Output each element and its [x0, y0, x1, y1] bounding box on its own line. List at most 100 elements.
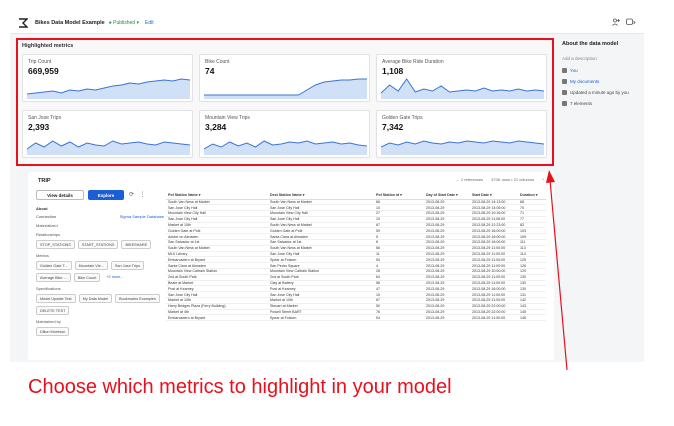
collapse-icon[interactable]: ^	[542, 177, 544, 182]
model-name: Bikes Data Model Example	[35, 19, 105, 26]
specification-chips: Model Update Test My Data Model Bookmark…	[36, 294, 164, 315]
publish-status-dropdown[interactable]: ● Published ▾	[109, 20, 139, 26]
metric-name: Golden Gate Trips	[382, 115, 423, 121]
metrics-label: Metrics	[36, 253, 49, 258]
element-meta: ← 2 references 370K rows • 21 columns ^	[456, 177, 544, 182]
updated-row: Updated a minute ago by you	[562, 90, 644, 95]
about-panel: About the data model Add a description Y…	[558, 38, 644, 188]
table-cell: 54	[374, 314, 424, 322]
materialized-label: Materialized	[36, 223, 58, 228]
metric-card-bike-count[interactable]: Bike Count 74	[199, 54, 370, 102]
metric-sparkline	[204, 78, 367, 99]
clock-icon	[562, 90, 567, 95]
folder-icon	[562, 79, 567, 84]
table-row[interactable]: Embarcadero at Bryant Spear at Folsom 54 20…	[166, 314, 546, 322]
metric-card-san-jose-trips[interactable]: San Jose Trips 2,393	[22, 110, 193, 158]
sparkline-area	[381, 141, 544, 155]
sigma-logo-icon[interactable]	[18, 17, 28, 28]
connection-label: Connection	[36, 214, 57, 219]
more-options-icon[interactable]: ⋮	[139, 192, 146, 199]
connection-value[interactable]: Sigma Sample Database	[120, 214, 164, 219]
table-cell: 2013-08-29	[424, 314, 470, 322]
more-metrics-link[interactable]: +2 more...	[103, 273, 126, 282]
relationship-chip[interactable]: STOP_STATIONS	[36, 240, 75, 249]
metric-name: San Jose Trips	[28, 115, 62, 121]
elements-row: 7 elements	[562, 101, 644, 106]
relationship-chips: STOP_STATIONS START_STATIONS BIKESHARE	[36, 240, 164, 249]
column-header[interactable]: Day of Start Date ▾	[424, 192, 470, 200]
sparkline-area	[204, 79, 367, 99]
metric-card-golden-gate-trips[interactable]: Golden Gate Trips 7,342	[376, 110, 547, 158]
edit-link[interactable]: Edit	[145, 20, 154, 26]
metric-sparkline	[381, 140, 544, 155]
metric-sparkline	[204, 140, 367, 155]
add-description-link[interactable]: Add a description	[562, 56, 644, 61]
metric-chip[interactable]: Bike Count	[73, 273, 101, 282]
about-title: About the data model	[562, 41, 619, 47]
column-header[interactable]: Pof Station Name ▾	[166, 192, 268, 200]
metric-card-average-bike-ride-duration[interactable]: Average Bike Ride Duration 1,108	[376, 54, 547, 102]
row-column-count: 370K rows • 21 columns	[491, 177, 535, 182]
data-table-grid: Pof Station Name ▾ Dest Station Name ▾ Pof…	[166, 192, 546, 322]
specification-chip[interactable]: Bookmarks Examples	[115, 294, 160, 303]
annotation-caption: Choose which metrics to highlight in you…	[28, 376, 452, 398]
metric-chips: Golden Gate T... Mountain Vie... San Jos…	[36, 261, 164, 282]
table-cell: 2013-08-29 11:00:00	[470, 314, 518, 322]
maintainer-chips: Dillon Morrison	[36, 327, 164, 336]
metric-name: Trip Count	[28, 59, 52, 65]
column-header[interactable]: Dest Station Name ▾	[268, 192, 374, 200]
owner-name: You	[570, 68, 578, 73]
table-cell: Embarcadero at Bryant	[166, 314, 268, 322]
column-header[interactable]: Start Date ▾	[470, 192, 518, 200]
view-details-button[interactable]: View details	[36, 190, 84, 200]
element-detail-card: TRIP ← 2 references 370K rows • 21 colum…	[28, 172, 554, 360]
data-table: Pof Station Name ▾ Dest Station Name ▾ Pof…	[166, 192, 546, 358]
metric-card-mountain-view-trips[interactable]: Mountain View Trips 3,284	[199, 110, 370, 158]
relationship-chip[interactable]: BIKESHARE	[121, 240, 152, 249]
notification-icon[interactable]	[626, 18, 636, 28]
specification-chip[interactable]: My Data Model	[78, 294, 113, 303]
specification-chip[interactable]: Model Update Test	[36, 294, 76, 303]
metric-chip[interactable]: Mountain Vie...	[74, 261, 108, 270]
location-name: My documents	[570, 79, 600, 84]
metric-chip[interactable]: San Jose Trips	[110, 261, 144, 270]
about-section-label: About	[36, 206, 48, 211]
relationships-label: Relationships	[36, 232, 61, 237]
sparkline-area	[27, 79, 190, 99]
table-cell: 146	[518, 314, 546, 322]
app-screen: Bikes Data Model Example ● Published ▾ E…	[10, 12, 644, 362]
maintainer-chip[interactable]: Dillon Morrison	[36, 327, 70, 336]
specifications-label: Specifications	[36, 286, 61, 291]
elements-count: 7 elements	[570, 101, 593, 106]
user-icon	[562, 68, 567, 73]
metric-card-trip-count[interactable]: Trip Count 669,959	[22, 54, 193, 102]
owner-row[interactable]: You	[562, 68, 644, 73]
explore-button[interactable]: Explore	[88, 190, 124, 200]
specification-chip[interactable]: DELETE TEST	[36, 306, 70, 315]
share-icon[interactable]	[612, 18, 620, 28]
updated-text: Updated a minute ago by you	[570, 90, 629, 95]
metric-sparkline	[27, 140, 190, 155]
elements-icon	[562, 101, 567, 106]
element-info-panel: View details Explore ⟳ ⋮ About Connectio…	[36, 190, 164, 358]
references-link[interactable]: ← 2 references	[456, 177, 483, 182]
highlighted-metrics-panel: Highlighted metrics Trip Count 669,959 B…	[16, 38, 554, 166]
metric-name: Bike Count	[205, 59, 230, 65]
metric-chip[interactable]: Average Bike ...	[36, 273, 71, 282]
highlighted-metrics-title: Highlighted metrics	[22, 43, 74, 49]
column-header[interactable]: Duration ▾	[518, 192, 546, 200]
column-header[interactable]: Pof Station Id ▾	[374, 192, 424, 200]
relationship-chip[interactable]: START_STATIONS	[77, 240, 119, 249]
element-title: TRIP	[38, 178, 51, 184]
refresh-icon[interactable]: ⟳	[128, 192, 135, 199]
metric-chip[interactable]: Golden Gate T...	[36, 261, 72, 270]
metric-sparkline	[381, 78, 544, 99]
topbar-actions	[612, 18, 636, 28]
connection-row: Connection Sigma Sample Database	[36, 214, 164, 219]
metric-name: Mountain View Trips	[205, 115, 250, 121]
action-buttons: View details Explore ⟳ ⋮	[36, 190, 164, 200]
top-bar: Bikes Data Model Example ● Published ▾ E…	[10, 12, 644, 34]
maintained-by-label: Maintained by	[36, 319, 61, 324]
table-cell: Spear at Folsom	[268, 314, 374, 322]
location-row[interactable]: My documents	[562, 79, 644, 84]
